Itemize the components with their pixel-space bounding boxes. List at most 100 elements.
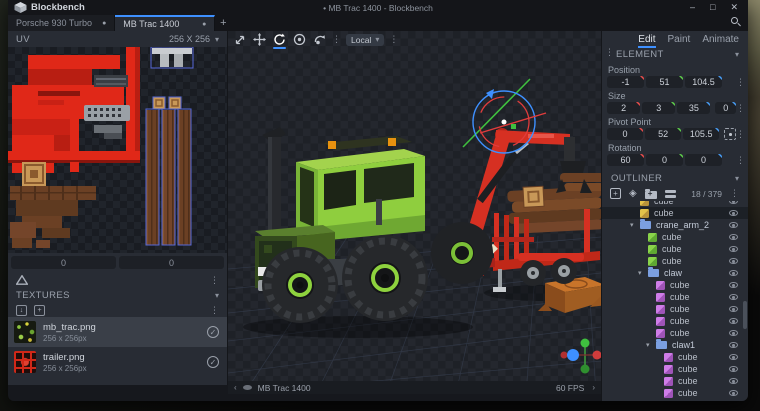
transform-space-select[interactable]: Local ▾ [346, 34, 384, 46]
visibility-eye-icon[interactable] [729, 354, 738, 361]
element-panel-header[interactable]: ⋮ ELEMENT ▾ [602, 47, 748, 62]
size-x-field[interactable]: 2 [607, 102, 640, 114]
visibility-eye-icon[interactable] [729, 390, 738, 397]
pivot-z-field[interactable]: 105.5 [683, 128, 719, 140]
import-texture-icon[interactable]: ↓ [16, 305, 27, 316]
visibility-eye-icon[interactable] [729, 258, 738, 265]
expand-chevron-icon[interactable]: ▾ [630, 221, 640, 229]
unsaved-dot-icon[interactable]: ● [92, 20, 106, 27]
outliner-row[interactable]: ▾ cube [602, 351, 748, 363]
rotation-z-field[interactable]: 0 [685, 154, 722, 166]
rotate-tool-icon[interactable] [272, 33, 287, 47]
visibility-eye-icon[interactable] [729, 246, 738, 253]
create-texture-icon[interactable]: + [34, 305, 45, 316]
pivot-x-field[interactable]: 0 [607, 128, 643, 140]
visibility-eye-icon[interactable] [729, 270, 738, 277]
outliner-row[interactable]: ▾ cube [602, 291, 748, 303]
maximize-icon[interactable]: □ [710, 0, 715, 15]
visibility-eye-icon[interactable] [729, 234, 738, 241]
texture-assigned-check-icon[interactable]: ✓ [207, 326, 219, 338]
visibility-eye-icon[interactable] [729, 222, 738, 229]
kebab-menu-icon[interactable]: ⋮ [332, 35, 341, 44]
kebab-menu-icon[interactable]: ⋮ [730, 189, 739, 198]
outliner-row[interactable]: ▾ cube [602, 375, 748, 387]
visibility-eye-icon[interactable] [729, 306, 738, 313]
tab-animate[interactable]: Animate [702, 34, 739, 45]
outliner-row[interactable]: ▾ cube [602, 303, 748, 315]
uv-slider-x[interactable]: 0 [11, 256, 116, 269]
visibility-eye-icon[interactable] [729, 318, 738, 325]
search-icon[interactable] [731, 17, 742, 28]
outliner-row[interactable]: ▾ claw [602, 267, 748, 279]
size-z-field[interactable]: 35 [677, 102, 710, 114]
visibility-eye-icon[interactable] [729, 282, 738, 289]
uv-slider-y[interactable]: 0 [119, 256, 224, 269]
move-tool-icon[interactable] [252, 33, 267, 47]
rotation-y-field[interactable]: 0 [646, 154, 683, 166]
tab-edit[interactable]: Edit [638, 34, 655, 45]
outliner-row[interactable]: ▾ claw1 [602, 339, 748, 351]
outliner-row[interactable]: ▾ cube [602, 327, 748, 339]
position-y-field[interactable]: 51 [646, 76, 683, 88]
position-z-field[interactable]: 104.5 [685, 76, 722, 88]
texture-item-trailer[interactable]: trailer.png 256 x 256px ✓ [8, 347, 227, 377]
texture-assigned-check-icon[interactable]: ✓ [207, 356, 219, 368]
kebab-menu-icon[interactable]: ⋮ [736, 104, 745, 113]
add-mesh-icon[interactable]: ◈ [629, 188, 637, 199]
visibility-eye-icon[interactable] [729, 210, 738, 217]
expand-chevron-icon[interactable]: ▾ [646, 341, 656, 349]
outliner-row[interactable]: ▾ cube [602, 255, 748, 267]
visibility-eye-icon[interactable] [729, 378, 738, 385]
chevron-left-icon[interactable]: ‹ [234, 383, 237, 392]
minimize-icon[interactable]: – [690, 0, 695, 15]
outliner-row[interactable]: ▾ cube [602, 363, 748, 375]
close-icon[interactable]: ✕ [730, 0, 738, 15]
uv-panel-header[interactable]: UV 256 X 256 ▾ [8, 31, 227, 47]
tab-paint[interactable]: Paint [668, 34, 691, 45]
pivot-tool-icon[interactable] [312, 33, 327, 47]
expand-chevron-icon[interactable]: ▾ [638, 269, 648, 277]
position-x-field[interactable]: -1 [607, 76, 644, 88]
kebab-menu-icon[interactable]: ⋮ [210, 276, 219, 285]
visibility-eye-icon[interactable] [729, 342, 738, 349]
rotation-x-field[interactable]: 60 [607, 154, 644, 166]
toggle-list-icon[interactable] [665, 190, 676, 198]
pivot-center-icon[interactable] [724, 128, 736, 140]
outliner-row[interactable]: ▾ cube [602, 231, 748, 243]
chevron-right-icon[interactable]: › [592, 383, 595, 392]
visibility-eye-icon[interactable] [729, 201, 738, 204]
new-tab-button[interactable]: + [215, 15, 231, 31]
visibility-eye-icon[interactable] [729, 294, 738, 301]
outliner-row[interactable]: ▾ cube [602, 315, 748, 327]
outliner-row[interactable]: ▾ cube [602, 387, 748, 399]
pivot-y-field[interactable]: 52 [645, 128, 681, 140]
scale-tool-icon[interactable] [292, 33, 307, 47]
outliner-panel-header[interactable]: OUTLINER ▾ [602, 171, 748, 186]
outliner-row[interactable]: ▾ cube [602, 399, 748, 401]
viewport-3d[interactable]: ⋮ Local ▾ ⋮ ‹ MB Trac 1400 60 FPS › [228, 31, 601, 394]
outliner-row[interactable]: ▾ cube [602, 279, 748, 291]
uv-resolution-select[interactable]: 256 X 256 ▾ [169, 34, 219, 44]
add-cube-icon[interactable]: + [610, 188, 621, 199]
textures-panel-header[interactable]: TEXTURES ▾ [8, 288, 227, 303]
add-group-icon[interactable] [645, 191, 657, 199]
inflate-field[interactable]: 0 [715, 102, 736, 114]
size-y-field[interactable]: 3 [642, 102, 675, 114]
kebab-menu-icon[interactable]: ⋮ [210, 306, 219, 315]
kebab-menu-icon[interactable]: ⋮ [389, 35, 398, 44]
transform-tool-icon[interactable] [232, 33, 247, 47]
kebab-menu-icon[interactable]: ⋮ [736, 130, 745, 139]
visibility-eye-icon[interactable] [729, 330, 738, 337]
kebab-menu-icon[interactable]: ⋮ [736, 156, 745, 165]
drag-handle-icon[interactable]: ⋮ [605, 48, 614, 57]
unsaved-dot-icon[interactable]: ● [192, 21, 206, 28]
visibility-eye-icon[interactable] [729, 366, 738, 373]
uv-mode-icon[interactable] [16, 275, 28, 285]
outliner-row[interactable]: ▾ cube [602, 243, 748, 255]
kebab-menu-icon[interactable]: ⋮ [736, 78, 745, 87]
camera-icon[interactable] [243, 385, 252, 390]
tab-mb-trac-1400[interactable]: MB Trac 1400 ● [115, 15, 215, 31]
tab-porsche-930-turbo[interactable]: Porsche 930 Turbo ● [8, 15, 115, 31]
outliner-row[interactable]: ▾ crane_arm_2 [602, 219, 748, 231]
uv-editor-canvas[interactable] [8, 47, 227, 253]
